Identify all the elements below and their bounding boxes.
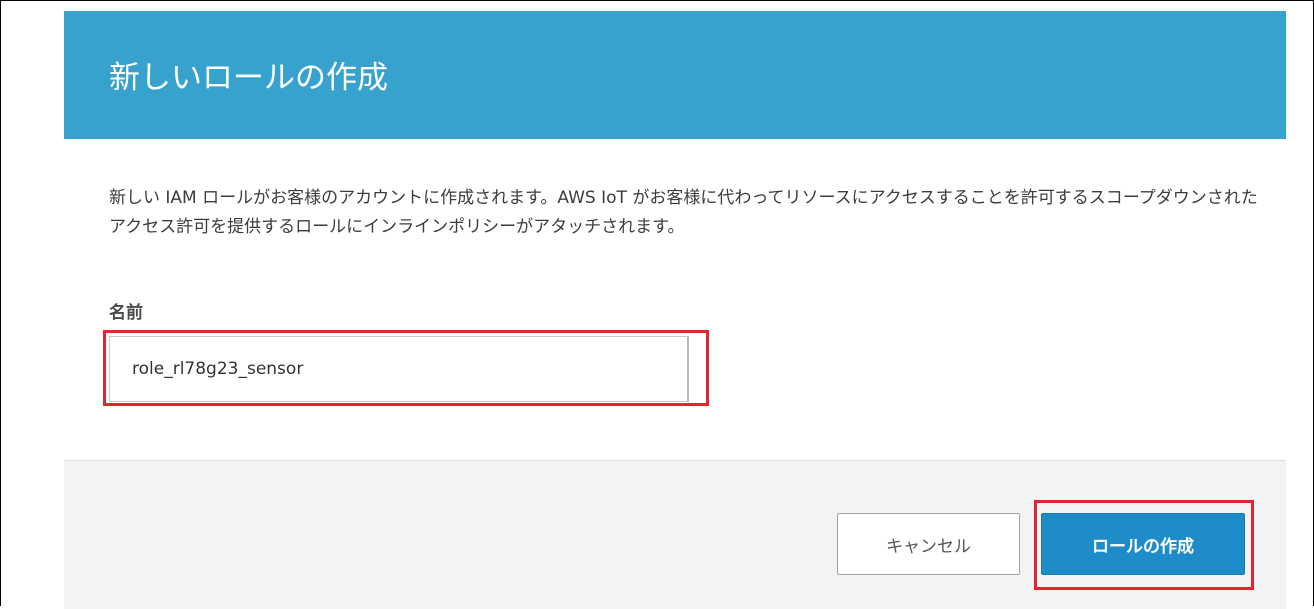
dialog-title: 新しいロールの作成 [109,60,388,96]
dialog-footer: キャンセル ロールの作成 [64,460,1286,609]
create-role-dialog: 新しいロールの作成 新しい IAM ロールがお客様のアカウントに作成されます。A… [64,11,1286,609]
create-role-button[interactable]: ロールの作成 [1041,513,1245,575]
screenshot-frame: 新しいロールの作成 新しい IAM ロールがお客様のアカウントに作成されます。A… [0,0,1314,609]
role-name-input[interactable] [109,336,689,402]
cancel-button[interactable]: キャンセル [837,513,1020,575]
dialog-description: 新しい IAM ロールがお客様のアカウントに作成されます。AWS IoT がお客… [109,188,1258,237]
name-field-label: 名前 [109,303,143,323]
dialog-body: 新しい IAM ロールがお客様のアカウントに作成されます。AWS IoT がお客… [64,139,1286,469]
dialog-header: 新しいロールの作成 [64,11,1286,139]
